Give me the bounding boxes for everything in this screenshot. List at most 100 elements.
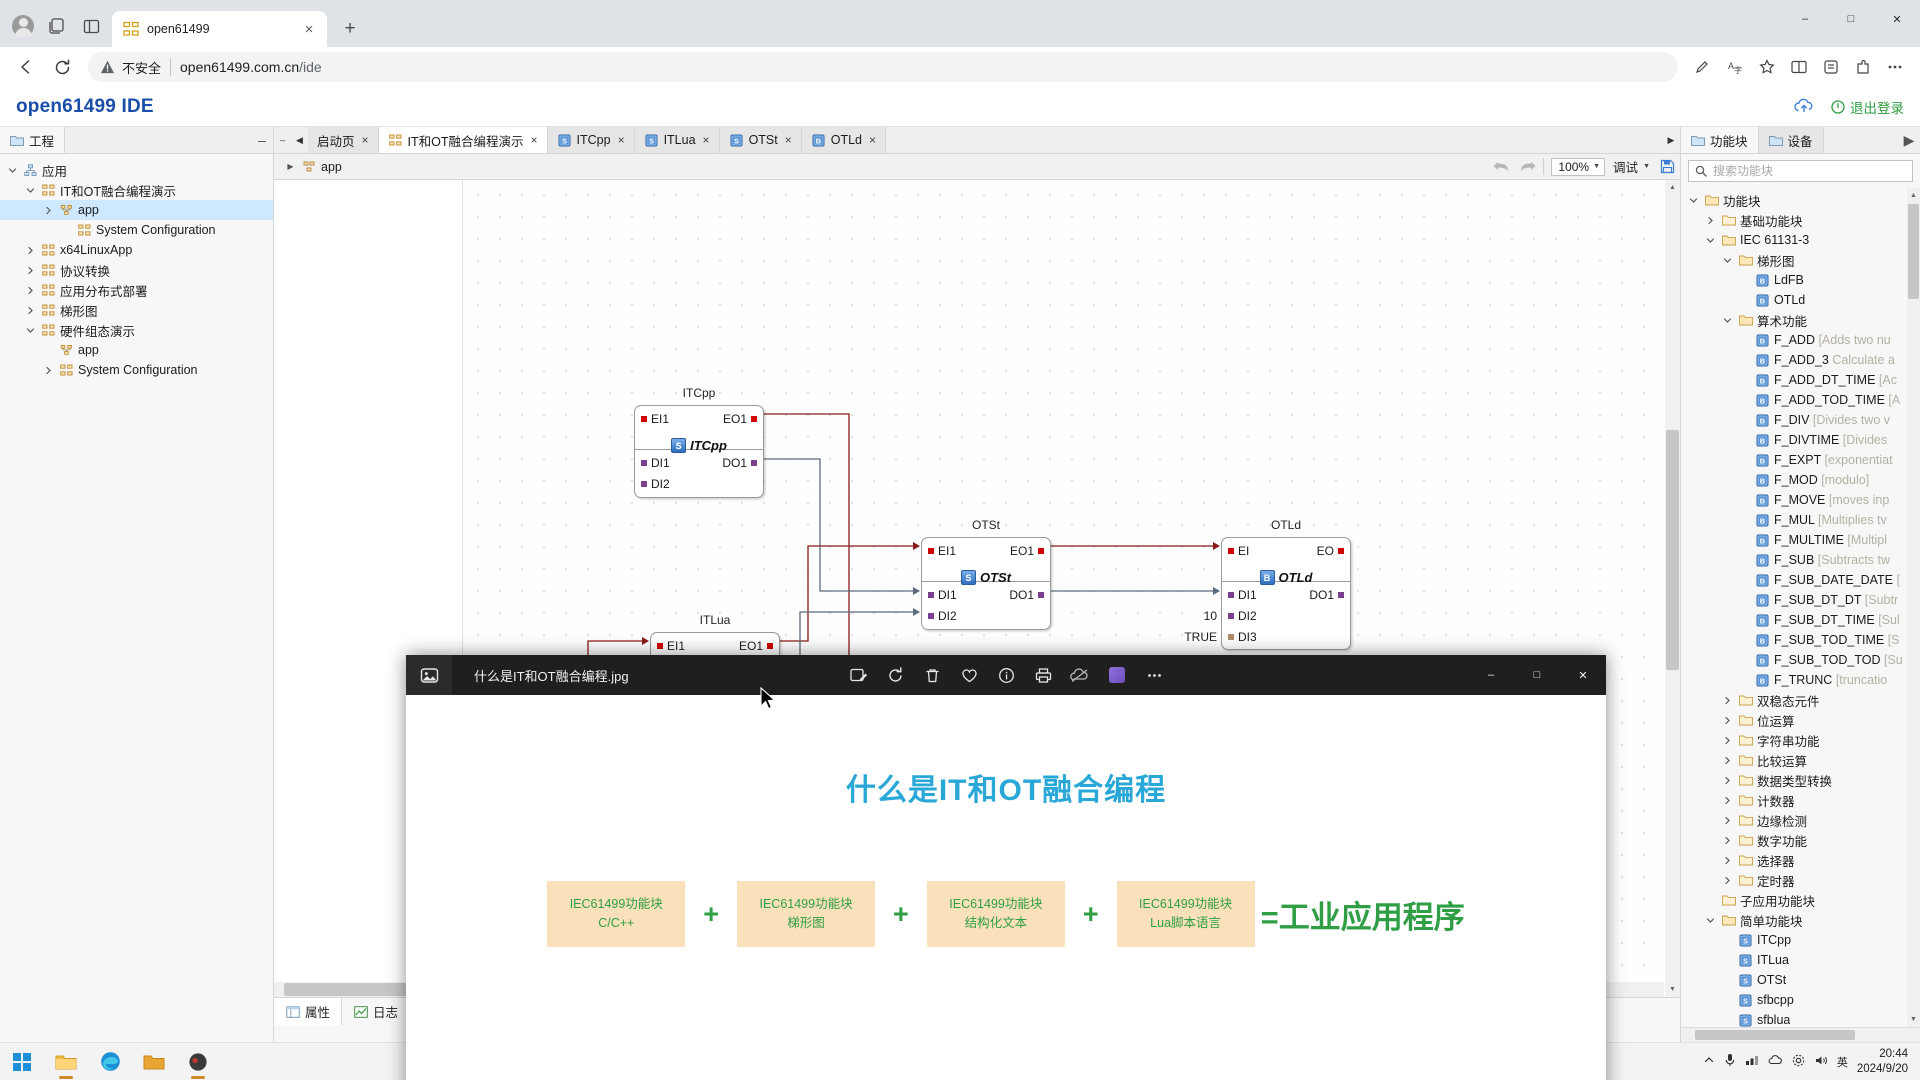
- tree-node[interactable]: B F_ADD_TOD_TIME [A: [1681, 390, 1920, 410]
- data-input-port[interactable]: DI2: [641, 477, 670, 491]
- photo-viewer-image[interactable]: 什么是IT和OT融合编程 IEC61499功能块 C/C++ + IEC61499功能…: [406, 695, 1606, 1080]
- data-output-port[interactable]: DO1: [1009, 588, 1044, 602]
- canvas-vertical-scrollbar[interactable]: ▲ ▼: [1665, 180, 1680, 997]
- chevron-right-icon[interactable]: [24, 284, 37, 297]
- editor-tab[interactable]: IT和OT融合编程演示 ×: [378, 127, 548, 153]
- close-button[interactable]: ✕: [1560, 655, 1606, 695]
- tree-node[interactable]: B F_MOVE [moves inp: [1681, 490, 1920, 510]
- collapse-panel-button[interactable]: –: [251, 127, 273, 153]
- tree-node[interactable]: B F_MUL [Multiplies tv: [1681, 510, 1920, 530]
- palette-vertical-scrollbar[interactable]: ▲ ▼: [1907, 188, 1920, 1027]
- chevron-right-icon[interactable]: [1721, 854, 1734, 867]
- tree-node[interactable]: B F_SUB_DT_DT [Subtr: [1681, 590, 1920, 610]
- debug-select[interactable]: 调试 ▼: [1609, 154, 1654, 179]
- tree-node[interactable]: Ssfbcpp: [1681, 990, 1920, 1010]
- tree-node[interactable]: System Configuration: [0, 360, 273, 380]
- function-block[interactable]: OTLd EI EO DI1 DI2 DI3 DO1 B OTLd 10 TRUE: [1184, 518, 1351, 650]
- data-input-port[interactable]: DI1: [928, 588, 957, 602]
- new-tab-button[interactable]: +: [335, 13, 365, 43]
- data-input-port[interactable]: DI3: [1228, 630, 1257, 644]
- close-icon[interactable]: ×: [869, 133, 876, 147]
- more-icon[interactable]: [1880, 52, 1910, 82]
- data-output-port[interactable]: DO1: [1309, 588, 1344, 602]
- palette-horizontal-scrollbar[interactable]: [1681, 1027, 1920, 1042]
- reload-button[interactable]: [46, 51, 78, 83]
- tree-node[interactable]: B F_TRUNC [truncatio: [1681, 670, 1920, 690]
- tree-node[interactable]: S OTSt: [1681, 970, 1920, 990]
- more-icon[interactable]: [1137, 658, 1171, 692]
- tree-node[interactable]: 应用分布式部署: [0, 280, 273, 300]
- tree-node[interactable]: 边缘检测: [1681, 810, 1920, 830]
- tree-node[interactable]: 梯形图: [1681, 250, 1920, 270]
- tree-node[interactable]: 子应用功能块: [1681, 890, 1920, 910]
- scroll-thumb[interactable]: [1908, 204, 1919, 299]
- close-icon[interactable]: ×: [531, 133, 538, 147]
- tree-node[interactable]: 比较运算: [1681, 750, 1920, 770]
- close-icon[interactable]: ×: [299, 19, 319, 39]
- mic-icon[interactable]: [1724, 1053, 1736, 1070]
- chevron-right-icon[interactable]: [1721, 814, 1734, 827]
- event-output-port[interactable]: EO1: [1010, 544, 1044, 558]
- tree-node[interactable]: 应用: [0, 160, 273, 180]
- chevron-right-icon[interactable]: [1721, 774, 1734, 787]
- event-output-port[interactable]: EO1: [723, 412, 757, 426]
- tree-node[interactable]: B F_SUB_DT_TIME [Sul: [1681, 610, 1920, 630]
- data-output-port[interactable]: DO1: [722, 456, 757, 470]
- tree-node[interactable]: B F_DIV [Divides two v: [1681, 410, 1920, 430]
- start-icon[interactable]: [0, 1043, 44, 1080]
- chevron-down-icon[interactable]: [24, 324, 37, 337]
- collections-icon[interactable]: [1816, 52, 1846, 82]
- bottom-panel-tab[interactable]: 属性: [274, 998, 343, 1025]
- folder-icon[interactable]: [132, 1043, 176, 1080]
- tree-node[interactable]: 双稳态元件: [1681, 690, 1920, 710]
- save-icon[interactable]: [1654, 154, 1680, 179]
- close-icon[interactable]: ×: [618, 133, 625, 147]
- tree-node[interactable]: B F_SUB_DATE_DATE [: [1681, 570, 1920, 590]
- tree-node[interactable]: x64LinuxApp: [0, 240, 273, 260]
- event-input-port[interactable]: EI1: [641, 412, 669, 426]
- tree-node[interactable]: B F_DIVTIME [Divides: [1681, 430, 1920, 450]
- chevron-down-icon[interactable]: [6, 164, 19, 177]
- chevron-right-icon[interactable]: [1721, 874, 1734, 887]
- function-block-tree[interactable]: ▲ ▼ 功能块 基础功能块 IEC 61131-3 梯形图 B LdFB B OTLd 算术功能…: [1681, 188, 1920, 1027]
- event-input-port[interactable]: EI: [1228, 544, 1249, 558]
- chevron-right-icon[interactable]: [1721, 714, 1734, 727]
- editor-tabs-scroll-right[interactable]: ▶: [1662, 127, 1680, 153]
- chevron-right-icon[interactable]: [1704, 214, 1717, 227]
- tab-project[interactable]: 工程: [0, 127, 66, 153]
- breadcrumb[interactable]: ▶ app: [274, 160, 341, 174]
- editor-tab[interactable]: 启动页 ×: [308, 127, 379, 153]
- minimize-button[interactable]: –: [1782, 0, 1828, 38]
- settings-icon[interactable]: [1792, 1054, 1805, 1070]
- favorite-icon[interactable]: [1752, 52, 1782, 82]
- chevron-down-icon[interactable]: [1704, 234, 1717, 247]
- close-icon[interactable]: ×: [362, 133, 369, 147]
- scroll-up-icon[interactable]: ▲: [1665, 180, 1680, 195]
- chevron-right-icon[interactable]: [1721, 754, 1734, 767]
- event-output-port[interactable]: EO: [1317, 544, 1344, 558]
- tree-node[interactable]: S ITLua: [1681, 950, 1920, 970]
- chevron-right-icon[interactable]: [1721, 834, 1734, 847]
- constant-value[interactable]: 10: [1204, 609, 1217, 623]
- chevron-right-icon[interactable]: [1721, 694, 1734, 707]
- editor-tab[interactable]: B OTLd ×: [801, 127, 887, 153]
- data-input-port[interactable]: DI2: [1228, 609, 1257, 623]
- chevron-down-icon[interactable]: [1704, 914, 1717, 927]
- chevron-down-icon[interactable]: [24, 184, 37, 197]
- cloud-icon[interactable]: [1768, 1054, 1783, 1069]
- purple-square-icon[interactable]: [1100, 658, 1134, 692]
- tree-node[interactable]: B F_SUB_TOD_TIME [S: [1681, 630, 1920, 650]
- edge-icon[interactable]: [88, 1043, 132, 1080]
- undo-icon[interactable]: [1488, 154, 1514, 179]
- ime-indicator[interactable]: 英: [1837, 1054, 1848, 1070]
- chevron-right-icon[interactable]: [24, 264, 37, 277]
- info-icon[interactable]: [989, 658, 1023, 692]
- tree-node[interactable]: 基础功能块: [1681, 210, 1920, 230]
- event-input-port[interactable]: EI1: [657, 639, 685, 653]
- tree-node[interactable]: B F_SUB_TOD_TOD [Su: [1681, 650, 1920, 670]
- chevron-up-icon[interactable]: [1703, 1054, 1715, 1069]
- app-icon[interactable]: [176, 1043, 220, 1080]
- rotate-icon[interactable]: [878, 658, 912, 692]
- pen-icon[interactable]: [1688, 52, 1718, 82]
- tree-node[interactable]: B F_MULTIME [Multipl: [1681, 530, 1920, 550]
